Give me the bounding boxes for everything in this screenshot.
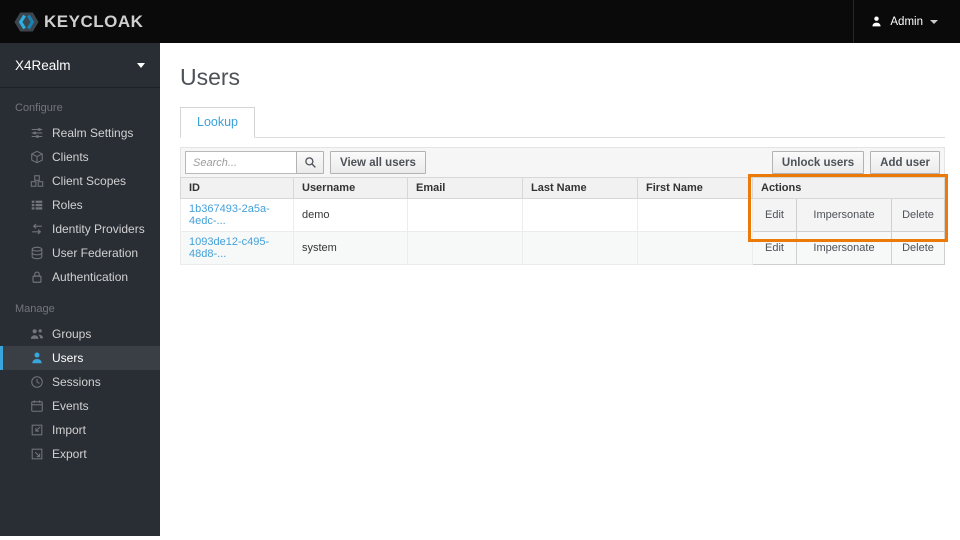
sidebar-item-groups[interactable]: Groups [0, 322, 160, 346]
chevron-down-icon [137, 62, 145, 68]
sidebar-item-label: Sessions [52, 375, 101, 389]
add-user-button[interactable]: Add user [870, 151, 940, 174]
user-menu[interactable]: Admin [853, 0, 960, 43]
sidebar-item-events[interactable]: Events [0, 394, 160, 418]
user-id-cell: 1093de12-c495-48d8-... [180, 231, 294, 265]
sidebar-item-label: Export [52, 447, 87, 461]
sidebar-item-label: Events [52, 399, 89, 413]
search-icon [304, 156, 317, 169]
user-icon [870, 15, 883, 28]
search-button[interactable] [296, 151, 324, 174]
sidebar-item-label: User Federation [52, 246, 139, 260]
sidebar-item-user-federation[interactable]: User Federation [0, 241, 160, 265]
realm-selector[interactable]: X4Realm [0, 43, 160, 88]
sidebar-item-import[interactable]: Import [0, 418, 160, 442]
sidebar-item-sessions[interactable]: Sessions [0, 370, 160, 394]
import-icon [29, 423, 44, 438]
users-table: ID Username Email Last Name First Name A… [180, 177, 945, 265]
sidebar-item-clients[interactable]: Clients [0, 145, 160, 169]
sidebar-item-label: Clients [52, 150, 89, 164]
tab-bar: Lookup [180, 107, 945, 138]
column-header-email: Email [407, 177, 523, 199]
edit-button[interactable]: Edit [752, 198, 797, 232]
tab-lookup[interactable]: Lookup [180, 107, 256, 138]
user-id-link[interactable]: 1093de12-c495-48d8-... [189, 236, 269, 260]
username-cell: system [293, 231, 408, 265]
page-title: Users [180, 64, 241, 90]
table-header-row: ID Username Email Last Name First Name A… [180, 177, 945, 199]
top-bar: KEYCLOAK Admin [0, 0, 960, 43]
sidebar-section-configure: Configure [15, 102, 63, 114]
edit-button[interactable]: Edit [752, 231, 797, 265]
sidebar-item-label: Roles [52, 198, 83, 212]
cube-icon [29, 150, 44, 165]
exchange-icon [29, 222, 44, 237]
list-icon [29, 198, 44, 213]
keycloak-logo-icon [14, 11, 39, 33]
user-id-link[interactable]: 1b367493-2a5a-4edc-... [189, 203, 270, 227]
sidebar-item-users[interactable]: Users [0, 346, 160, 370]
email-cell [407, 198, 523, 232]
users-toolbar: View all users Unlock users Add user [180, 147, 945, 177]
column-header-username: Username [293, 177, 408, 199]
search-group [185, 151, 324, 174]
delete-button[interactable]: Delete [891, 231, 945, 265]
search-input[interactable] [185, 151, 297, 174]
lock-icon [29, 270, 44, 285]
sidebar-item-label: Client Scopes [52, 174, 127, 188]
calendar-icon [29, 399, 44, 414]
email-cell [407, 231, 523, 265]
sidebar-section-manage: Manage [15, 303, 55, 315]
manage-nav: Groups Users Sessions Events Import Expo… [0, 322, 160, 466]
impersonate-button[interactable]: Impersonate [796, 231, 892, 265]
view-all-users-button[interactable]: View all users [330, 151, 426, 174]
clock-icon [29, 375, 44, 390]
chevron-down-icon [930, 19, 938, 24]
sliders-icon [29, 126, 44, 141]
sidebar-item-label: Identity Providers [52, 222, 145, 236]
keycloak-logo[interactable]: KEYCLOAK [0, 0, 143, 43]
user-id-cell: 1b367493-2a5a-4edc-... [180, 198, 294, 232]
user-icon [29, 351, 44, 366]
column-header-last-name: Last Name [522, 177, 638, 199]
brand-name: KEYCLOAK [44, 11, 144, 31]
users-table-wrap: ID Username Email Last Name First Name A… [180, 174, 948, 265]
last-name-cell [522, 198, 638, 232]
sidebar-item-authentication[interactable]: Authentication [0, 265, 160, 289]
column-header-id: ID [180, 177, 294, 199]
sidebar-item-client-scopes[interactable]: Client Scopes [0, 169, 160, 193]
sidebar-item-label: Realm Settings [52, 126, 134, 140]
database-icon [29, 246, 44, 261]
delete-button[interactable]: Delete [891, 198, 945, 232]
table-row: 1093de12-c495-48d8-... system Edit Imper… [180, 231, 945, 265]
sidebar-item-label: Authentication [52, 270, 129, 284]
table-row: 1b367493-2a5a-4edc-... demo Edit Imperso… [180, 198, 945, 232]
first-name-cell [637, 198, 753, 232]
realm-name: X4Realm [15, 57, 71, 73]
column-header-first-name: First Name [637, 177, 753, 199]
main-content: Users Lookup View all users Unlock user [160, 43, 960, 265]
group-icon [29, 327, 44, 342]
sidebar-item-export[interactable]: Export [0, 442, 160, 466]
sidebar-item-roles[interactable]: Roles [0, 193, 160, 217]
cubes-icon [29, 174, 44, 189]
sidebar: X4Realm Configure Realm Settings Clients… [0, 43, 160, 536]
sidebar-item-identity-providers[interactable]: Identity Providers [0, 217, 160, 241]
sidebar-item-label: Groups [52, 327, 92, 341]
sidebar-item-label: Import [52, 423, 87, 437]
sidebar-item-label: Users [52, 351, 84, 365]
impersonate-button[interactable]: Impersonate [796, 198, 892, 232]
last-name-cell [522, 231, 638, 265]
username-cell: demo [293, 198, 408, 232]
first-name-cell [637, 231, 753, 265]
user-menu-label: Admin [890, 15, 923, 28]
column-header-actions: Actions [752, 177, 945, 199]
unlock-users-button[interactable]: Unlock users [771, 151, 865, 174]
sidebar-item-realm-settings[interactable]: Realm Settings [0, 121, 160, 145]
configure-nav: Realm Settings Clients Client Scopes Rol… [0, 121, 160, 289]
export-icon [29, 447, 44, 462]
